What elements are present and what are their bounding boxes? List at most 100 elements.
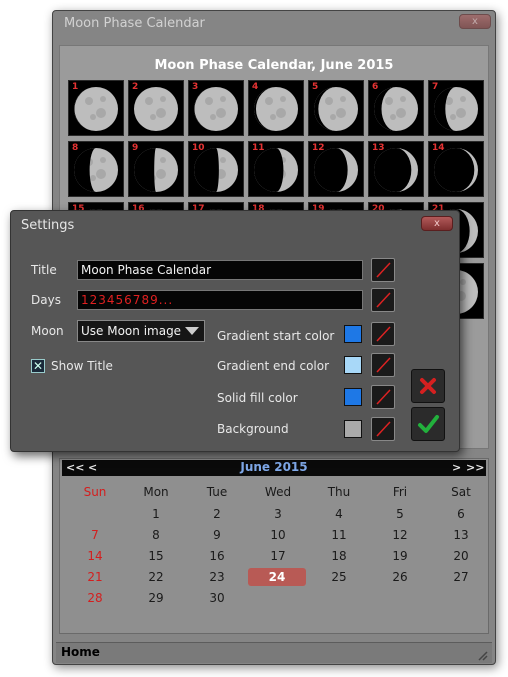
settings-dialog: Settings x Title Moon Phase Calendar Day… — [10, 210, 460, 452]
calendar-day[interactable]: 18 — [309, 547, 369, 565]
title-color-pick-button[interactable] — [371, 258, 395, 282]
cancel-button[interactable] — [411, 369, 445, 403]
background-label: Background — [217, 422, 289, 436]
calendar-day[interactable]: 26 — [370, 568, 430, 586]
calendar-day[interactable]: 12 — [370, 526, 430, 544]
gradient-start-pick-button[interactable] — [371, 322, 395, 346]
moon-day-cell: 14 — [428, 141, 484, 197]
calendar-day[interactable]: 1 — [126, 505, 186, 523]
moon-day-number: 4 — [252, 82, 259, 92]
color-pick-icon — [376, 421, 391, 437]
days-color-pick-button[interactable] — [371, 288, 395, 312]
moon-day-cell: 9 — [128, 141, 184, 197]
moon-day-cell: 2 — [128, 80, 184, 136]
calendar-day[interactable]: 9 — [187, 526, 247, 544]
moon-day-cell: 3 — [188, 80, 244, 136]
settings-close-button[interactable]: x — [421, 216, 453, 231]
days-input[interactable]: 123456789... — [77, 290, 363, 310]
moon-day-cell: 13 — [368, 141, 424, 197]
moon-day-number: 2 — [132, 82, 139, 92]
calendar-day[interactable]: 7 — [65, 526, 125, 544]
calendar-day[interactable]: 15 — [126, 547, 186, 565]
calendar-day[interactable]: 16 — [187, 547, 247, 565]
calendar-day[interactable]: 6 — [431, 505, 491, 523]
moon-day-cell: 4 — [248, 80, 304, 136]
weekday-header: Tue — [206, 485, 228, 499]
calendar-day[interactable]: 10 — [248, 526, 308, 544]
moon-day-number: 5 — [312, 82, 319, 92]
calendar-day[interactable]: 8 — [126, 526, 186, 544]
moon-day-cell: 1 — [68, 80, 124, 136]
status-bar: Home — [56, 642, 492, 663]
background-pick-button[interactable] — [371, 417, 395, 441]
title-label: Title — [31, 263, 57, 277]
moon-day-cell: 10 — [188, 141, 244, 197]
cancel-x-icon — [420, 378, 436, 394]
color-pick-icon — [376, 262, 391, 278]
calendar-day[interactable]: 19 — [370, 547, 430, 565]
color-pick-icon — [376, 292, 391, 308]
moon-day-cell: 7 — [428, 80, 484, 136]
calendar-nav-bar: << < June 2015 > >> — [62, 460, 486, 476]
days-label: Days — [31, 293, 61, 307]
moon-day-number: 6 — [372, 82, 379, 92]
next-month-button[interactable]: > — [452, 461, 461, 474]
moon-day-number: 10 — [192, 143, 205, 153]
checkmark-icon — [418, 415, 439, 433]
weekday-header: Thu — [327, 485, 351, 499]
calendar-title: Moon Phase Calendar, June 2015 — [154, 58, 394, 73]
solid-fill-pick-button[interactable] — [371, 385, 395, 409]
moon-day-number: 11 — [252, 143, 265, 153]
gradient-end-swatch[interactable] — [344, 356, 362, 374]
calendar-day[interactable]: 5 — [370, 505, 430, 523]
moon-day-cell: 11 — [248, 141, 304, 197]
ok-button[interactable] — [411, 407, 445, 441]
main-window-title: Moon Phase Calendar — [64, 16, 205, 31]
calendar-day[interactable]: 14 — [65, 547, 125, 565]
moon-day-number: 13 — [372, 143, 385, 153]
color-pick-icon — [376, 389, 391, 405]
moon-dropdown[interactable]: Use Moon image — [77, 320, 205, 342]
moon-day-cell: 8 — [68, 141, 124, 197]
gradient-end-label: Gradient end color — [217, 359, 330, 373]
calendar-day[interactable]: 11 — [309, 526, 369, 544]
moon-day-number: 8 — [72, 143, 79, 153]
weekday-header: Fri — [392, 485, 408, 499]
calendar-day[interactable]: 27 — [431, 568, 491, 586]
calendar-day[interactable]: 2 — [187, 505, 247, 523]
title-input[interactable]: Moon Phase Calendar — [77, 260, 363, 280]
chevron-down-icon — [185, 327, 199, 335]
calendar-day[interactable]: 25 — [309, 568, 369, 586]
calendar-day-today[interactable]: 24 — [248, 568, 306, 586]
show-title-checkbox[interactable]: ✕ — [31, 359, 45, 373]
calendar-day[interactable]: 23 — [187, 568, 247, 586]
resize-grip-icon[interactable] — [476, 649, 488, 661]
gradient-start-swatch[interactable] — [344, 325, 362, 343]
calendar-day[interactable]: 30 — [187, 589, 247, 607]
calendar-day[interactable]: 28 — [65, 589, 125, 607]
main-close-button[interactable]: x — [459, 14, 491, 29]
calendar-day[interactable]: 4 — [309, 505, 369, 523]
weekday-header: Wed — [264, 485, 292, 499]
next-year-button[interactable]: >> — [466, 461, 484, 474]
moon-day-number: 3 — [192, 82, 199, 92]
moon-day-number: 12 — [312, 143, 325, 153]
solid-fill-swatch[interactable] — [344, 388, 362, 406]
gradient-end-pick-button[interactable] — [371, 353, 395, 377]
show-title-label: Show Title — [51, 359, 113, 373]
month-calendar: << < June 2015 > >> Sun Mon Tue Wed Thu Fri Sa… — [59, 458, 489, 634]
calendar-day[interactable]: 21 — [65, 568, 125, 586]
background-swatch[interactable] — [344, 420, 362, 438]
calendar-day[interactable]: 13 — [431, 526, 491, 544]
status-home: Home — [61, 645, 100, 659]
calendar-day[interactable]: 20 — [431, 547, 491, 565]
moon-day-cell: 12 — [308, 141, 364, 197]
color-pick-icon — [376, 326, 391, 342]
settings-title: Settings — [21, 218, 75, 233]
calendar-day[interactable]: 29 — [126, 589, 186, 607]
calendar-day[interactable]: 3 — [248, 505, 308, 523]
moon-day-number: 14 — [432, 143, 445, 153]
calendar-day[interactable]: 22 — [126, 568, 186, 586]
calendar-day[interactable]: 17 — [248, 547, 308, 565]
color-pick-icon — [376, 357, 391, 373]
